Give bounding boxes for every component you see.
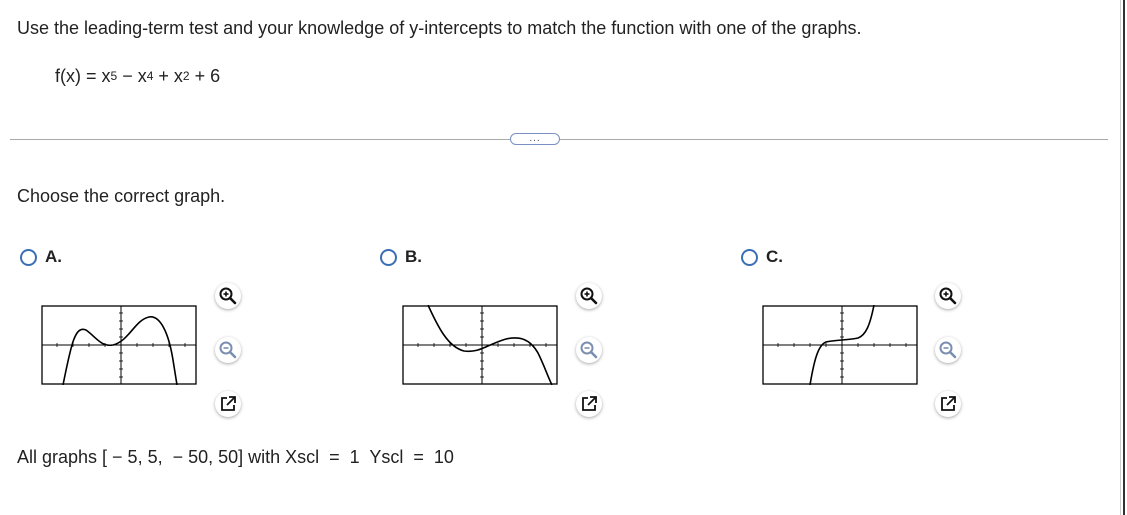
function-formula: f(x) = x5 − x4 + x2 + 6 — [55, 66, 220, 87]
window-edge — [1123, 0, 1125, 515]
expand-more-button[interactable]: ... — [510, 133, 560, 145]
option-b-label: B. — [405, 247, 422, 266]
exponent-4: 4 — [146, 69, 154, 83]
radio-c[interactable] — [741, 248, 758, 266]
zoom-out-button-b[interactable] — [576, 337, 602, 363]
zoom-in-button-a[interactable] — [215, 283, 241, 309]
zoom-in-icon — [219, 287, 237, 305]
zoom-in-icon — [939, 287, 957, 305]
radio-b[interactable] — [380, 248, 397, 266]
option-c[interactable]: C. — [741, 247, 783, 267]
zoom-out-icon — [939, 341, 957, 359]
formula-tail: + 6 — [189, 66, 221, 86]
graph-b — [402, 305, 558, 385]
zoom-in-button-c[interactable] — [935, 283, 961, 309]
radio-a[interactable] — [20, 248, 37, 266]
exponent-2: 2 — [182, 69, 190, 83]
formula-mid-2: + x — [153, 66, 183, 86]
zoom-in-button-b[interactable] — [576, 283, 602, 309]
zoom-out-icon — [219, 341, 237, 359]
zoom-out-button-c[interactable] — [935, 337, 961, 363]
option-a[interactable]: A. — [20, 247, 62, 267]
choose-prompt: Choose the correct graph. — [17, 186, 226, 206]
question-instruction: Use the leading-term test and your knowl… — [17, 18, 862, 38]
option-c-label: C. — [766, 247, 783, 266]
graph-c — [762, 305, 918, 385]
formula-prefix: f(x) = x — [55, 66, 111, 86]
graph-a — [41, 305, 197, 385]
zoom-in-icon — [580, 287, 598, 305]
exponent-5: 5 — [110, 69, 118, 83]
open-new-window-button-b[interactable] — [576, 391, 602, 417]
zoom-out-icon — [580, 341, 598, 359]
option-b[interactable]: B. — [380, 247, 422, 267]
open-new-window-button-c[interactable] — [935, 391, 961, 417]
window-edge-inner — [1120, 0, 1121, 515]
zoom-out-button-a[interactable] — [215, 337, 241, 363]
option-a-label: A. — [45, 247, 62, 266]
open-new-window-icon — [941, 396, 956, 411]
formula-mid-1: − x — [117, 66, 147, 86]
open-new-window-button-a[interactable] — [215, 391, 241, 417]
graph-window-note: All graphs [ − 5, 5, − 50, 50] with Xscl… — [17, 447, 454, 467]
open-new-window-icon — [582, 396, 597, 411]
open-new-window-icon — [221, 396, 236, 411]
